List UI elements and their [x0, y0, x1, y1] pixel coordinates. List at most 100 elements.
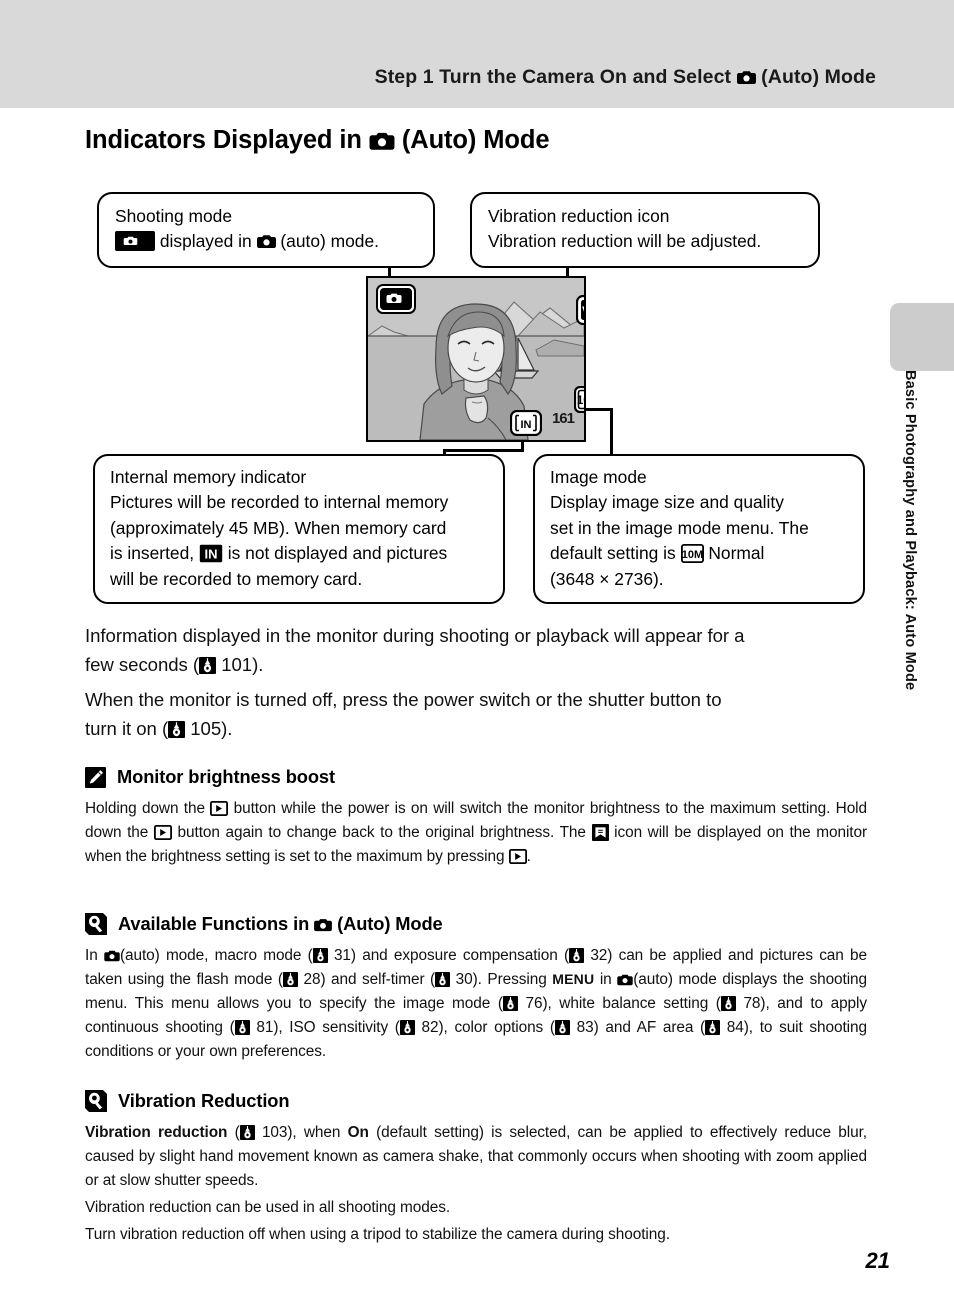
- paragraph-monitor-off-line1: When the monitor is turned off, press th…: [85, 689, 722, 710]
- callout-image-mode-line5: (3648 × 2736).: [550, 568, 664, 589]
- page-ref-icon: [234, 1020, 250, 1036]
- osd-vr-text: VR: [582, 304, 586, 319]
- callout-image-mode-title: Image mode: [550, 467, 647, 487]
- page-ref-icon: [554, 1020, 570, 1036]
- osd-image-mode-text: 10M: [577, 395, 586, 407]
- note-vibration-reduction: Vibration Reduction Vibration reduction …: [85, 1090, 867, 1247]
- vr-paragraph-1: Vibration reduction ( 103), when On (def…: [85, 1121, 867, 1193]
- functions-ref-afarea: 84: [726, 1019, 744, 1037]
- running-header-post: (Auto) Mode: [761, 66, 876, 88]
- note-monitor-brightness-title: Monitor brightness boost: [117, 766, 335, 787]
- menu-button-label: MENU: [552, 971, 595, 988]
- functions-ref-macro: 31: [333, 947, 351, 964]
- camera-auto-icon: [314, 917, 333, 932]
- osd-internal-memory-text: IN: [521, 419, 532, 431]
- camera-auto-icon: [369, 130, 395, 151]
- callout-shooting-mode-end: (auto) mode.: [280, 231, 379, 252]
- paragraph-info-display-line2-post: ).: [252, 653, 264, 675]
- lightbulb-tip-icon: [85, 1090, 107, 1112]
- paragraph-info-display-line1: Information displayed in the monitor dur…: [85, 625, 745, 646]
- functions-ref-timer: 30: [455, 971, 473, 989]
- brightness-text-5: .: [526, 848, 531, 866]
- callout-vr-line2: Vibration reduction will be adjusted.: [488, 231, 762, 252]
- playback-button-icon: [508, 849, 527, 865]
- page-title: Indicators Displayed in (Auto) Mode: [85, 126, 550, 155]
- vr-paragraph-2: Vibration reduction can be used in all s…: [85, 1199, 451, 1217]
- vr-term-bold: Vibration reduction: [85, 1124, 228, 1141]
- chapter-tab-block: [890, 303, 954, 371]
- callout-internal-memory-line5: will be recorded to memory card.: [110, 568, 363, 589]
- callout-vibration-reduction: Vibration reduction icon Vibration reduc…: [470, 192, 820, 268]
- functions-text-7: in: [599, 971, 612, 989]
- osd-shots-remaining: 161: [551, 410, 575, 427]
- functions-ref-imagemode: 76: [525, 995, 543, 1013]
- page-number: 21: [865, 1248, 890, 1273]
- svg-text:IN: IN: [204, 547, 217, 562]
- note-available-functions-body: In (auto) mode, macro mode ( 31) and exp…: [85, 944, 867, 1064]
- functions-text-11: ), ISO sensitivity (: [273, 1019, 400, 1037]
- note-vibration-reduction-body: Vibration reduction ( 103), when On (def…: [85, 1121, 867, 1247]
- camera-auto-icon: [256, 233, 276, 249]
- functions-text-13: ) and AF area (: [593, 1019, 706, 1037]
- functions-text-3: ) and exposure compensation (: [350, 947, 570, 964]
- page-header-band: [0, 0, 954, 108]
- callout-shooting-mode-mid: displayed in: [159, 231, 252, 252]
- functions-ref-continuous: 81: [256, 1019, 274, 1037]
- image-mode-inline-icon: 10M: [680, 544, 704, 564]
- note-monitor-brightness-body: Holding down the button while the power …: [85, 797, 867, 869]
- vr-paragraph-3: Turn vibration reduction off when using …: [85, 1226, 670, 1244]
- brightness-text-3: button again to change back to the origi…: [177, 824, 586, 842]
- page-ref-icon: [239, 1125, 255, 1140]
- lightbulb-tip-icon: [85, 913, 107, 935]
- functions-text-6: ). Pressing: [472, 971, 547, 989]
- functions-text-2: (auto) mode, macro mode (: [119, 947, 313, 964]
- page-ref-icon: [199, 656, 217, 674]
- functions-ref-color: 83: [576, 1019, 594, 1037]
- page-ref-icon: [705, 1020, 721, 1036]
- note-monitor-brightness-header: Monitor brightness boost: [85, 766, 867, 788]
- callout-vr-title: Vibration reduction icon: [488, 206, 670, 226]
- callout-internal-memory-title: Internal memory indicator: [110, 467, 307, 487]
- callout-internal-memory-line4: is inserted, IN is not displayed and pic…: [110, 541, 488, 566]
- camera-monitor-preview: VR 10M 161 IN: [366, 276, 586, 442]
- connector-internal-memory-h: [443, 449, 524, 452]
- page-title-post: (Auto) Mode: [401, 126, 550, 154]
- functions-title-pre: Available Functions in: [118, 913, 310, 934]
- callout-internal-memory: Internal memory indicator Pictures will …: [93, 454, 505, 605]
- running-header-pre: Step 1 Turn the Camera On and Select: [374, 66, 732, 88]
- vr-on-bold: On: [347, 1124, 369, 1141]
- page-title-pre: Indicators Displayed in: [85, 126, 362, 154]
- camera-auto-icon: [736, 69, 756, 85]
- callout-shooting-mode-line2: displayed in (auto) mode.: [115, 229, 417, 254]
- running-header-title: Step 1 Turn the Camera On and Select (Au…: [375, 66, 876, 89]
- vr-text-b: ), when: [287, 1124, 341, 1141]
- pencil-note-icon: [85, 766, 106, 788]
- note-available-functions-title: Available Functions in (Auto) Mode: [118, 913, 443, 935]
- note-vibration-reduction-title: Vibration Reduction: [118, 1090, 290, 1111]
- callout-internal-memory-line2: Pictures will be recorded to internal me…: [110, 492, 449, 513]
- brightness-text-1: Holding down the: [85, 800, 205, 817]
- functions-ref-whitebalance: 78: [743, 995, 761, 1013]
- callout-image-mode-line4-post: Normal: [708, 543, 765, 564]
- page-ref-icon: [282, 972, 298, 988]
- page-ref-icon: [569, 948, 585, 963]
- page-ref-icon: [168, 720, 186, 738]
- callout-internal-memory-line4-pre: is inserted,: [110, 543, 195, 564]
- paragraph-info-display: Information displayed in the monitor dur…: [85, 622, 867, 679]
- paragraph-monitor-off-line2-pre: turn it on (: [85, 717, 169, 739]
- callout-image-mode-line4: default setting is 10M Normal: [550, 541, 848, 566]
- functions-text-5: ) and self-timer (: [320, 971, 436, 989]
- note-available-functions: Available Functions in (Auto) Mode In (a…: [85, 913, 867, 1064]
- paragraph-info-display-ref: 101: [221, 653, 253, 675]
- svg-text:10M: 10M: [681, 549, 702, 561]
- note-monitor-brightness: Monitor brightness boost Holding down th…: [85, 766, 867, 869]
- playback-button-icon: [153, 825, 172, 841]
- callout-image-mode-line2: Display image size and quality: [550, 492, 784, 513]
- page-ref-icon: [312, 948, 328, 963]
- functions-ref-iso: 82: [421, 1019, 439, 1037]
- note-available-functions-header: Available Functions in (Auto) Mode: [85, 913, 867, 935]
- functions-text-12: ), color options (: [438, 1019, 556, 1037]
- functions-text-1: In: [85, 947, 98, 964]
- callout-image-mode-line4-pre: default setting is: [550, 543, 676, 564]
- functions-title-post: (Auto) Mode: [337, 913, 443, 934]
